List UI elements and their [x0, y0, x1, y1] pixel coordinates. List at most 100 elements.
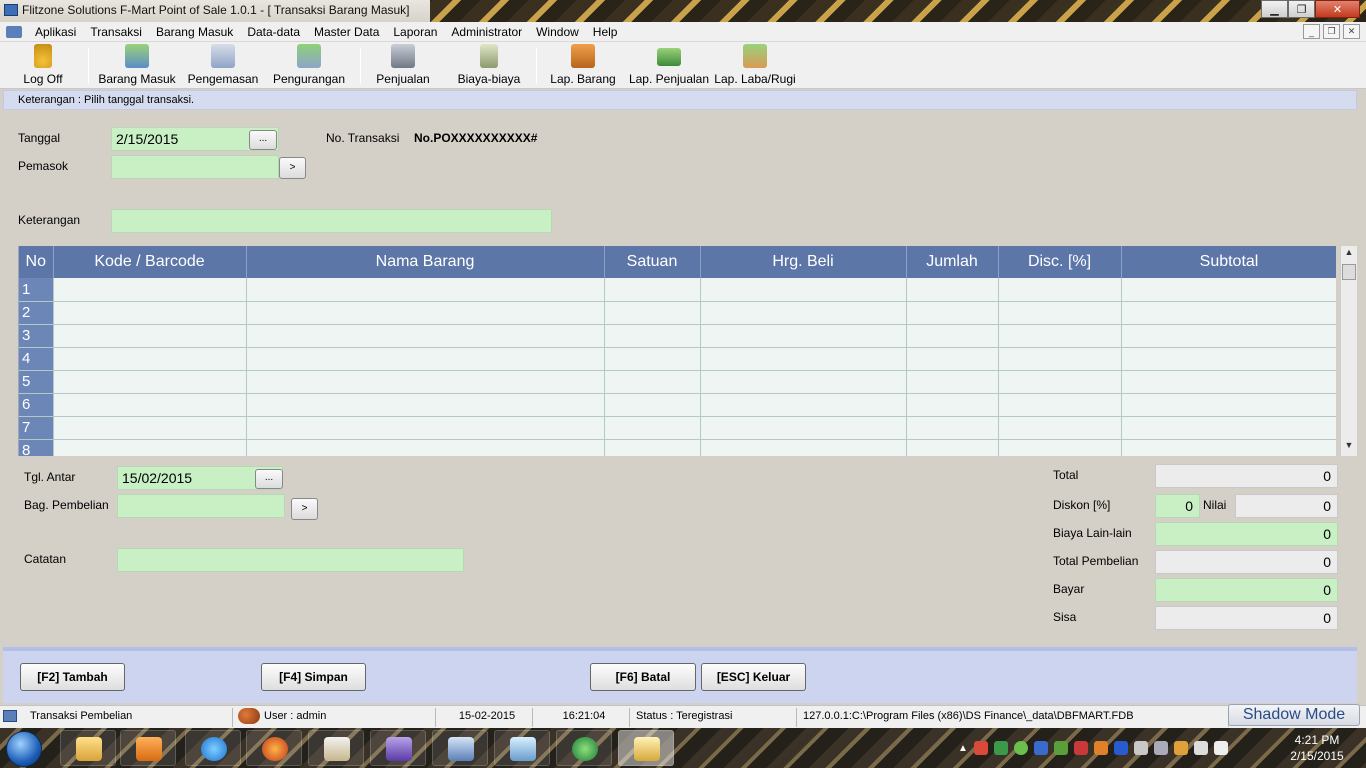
- col-satuan[interactable]: Satuan: [604, 246, 701, 278]
- scroll-up-icon[interactable]: ▲: [1341, 247, 1357, 262]
- tray-icon-10[interactable]: [1153, 741, 1168, 755]
- cell-disc[interactable]: [998, 301, 1122, 325]
- cell-nama[interactable]: [246, 416, 605, 440]
- cell-hrg-beli[interactable]: [700, 324, 907, 348]
- table-row[interactable]: 7: [19, 416, 1336, 440]
- tgl-antar-picker-button[interactable]: ...: [255, 469, 283, 489]
- pengurangan-button[interactable]: Pengurangan: [271, 44, 347, 88]
- table-row[interactable]: 6: [19, 393, 1336, 417]
- bayar-field[interactable]: 0: [1155, 578, 1338, 602]
- grid-vertical-scrollbar[interactable]: ▲ ▼: [1340, 246, 1357, 456]
- simpan-button[interactable]: [F4] Simpan: [261, 663, 366, 691]
- mdi-close-button[interactable]: ✕: [1343, 24, 1360, 39]
- cell-jumlah[interactable]: [906, 278, 999, 302]
- tray-icon-1[interactable]: [973, 741, 988, 755]
- cell-nama[interactable]: [246, 278, 605, 302]
- mdi-restore-button[interactable]: ❐: [1323, 24, 1340, 39]
- table-row[interactable]: 2: [19, 301, 1336, 325]
- menu-help[interactable]: Help: [586, 25, 625, 39]
- bluetooth-icon[interactable]: [1113, 741, 1128, 755]
- taskbar-explorer[interactable]: [60, 730, 116, 766]
- cell-hrg-beli[interactable]: [700, 278, 907, 302]
- penjualan-button[interactable]: Penjualan: [372, 44, 434, 88]
- cell-hrg-beli[interactable]: [700, 439, 907, 456]
- cell-jumlah[interactable]: [906, 393, 999, 417]
- diskon-field[interactable]: 0: [1155, 494, 1200, 518]
- menu-master-data[interactable]: Master Data: [307, 25, 386, 39]
- cell-satuan[interactable]: [604, 439, 701, 456]
- tray-icon-3[interactable]: [1013, 741, 1028, 755]
- cell-jumlah[interactable]: [906, 416, 999, 440]
- barang-masuk-button[interactable]: Barang Masuk: [97, 44, 177, 88]
- taskbar-firefox[interactable]: [246, 730, 302, 766]
- table-row[interactable]: 5: [19, 370, 1336, 394]
- cell-subtotal[interactable]: [1121, 301, 1336, 325]
- cell-hrg-beli[interactable]: [700, 416, 907, 440]
- menu-barang-masuk[interactable]: Barang Masuk: [149, 25, 240, 39]
- mdi-minimize-button[interactable]: _: [1303, 24, 1320, 39]
- col-hrg-beli[interactable]: Hrg. Beli: [700, 246, 907, 278]
- cell-satuan[interactable]: [604, 416, 701, 440]
- cell-subtotal[interactable]: [1121, 416, 1336, 440]
- items-grid[interactable]: No Kode / Barcode Nama Barang Satuan Hrg…: [18, 246, 1336, 456]
- cell-satuan[interactable]: [604, 347, 701, 371]
- cell-disc[interactable]: [998, 347, 1122, 371]
- cell-jumlah[interactable]: [906, 347, 999, 371]
- cell-subtotal[interactable]: [1121, 324, 1336, 348]
- batal-button[interactable]: [F6] Batal: [590, 663, 696, 691]
- col-kode-barcode[interactable]: Kode / Barcode: [53, 246, 247, 278]
- table-row[interactable]: 3: [19, 324, 1336, 348]
- volume-icon[interactable]: [1193, 741, 1208, 755]
- lap-penjualan-button[interactable]: Lap. Penjualan: [628, 44, 710, 88]
- cell-kode[interactable]: [53, 370, 247, 394]
- cell-subtotal[interactable]: [1121, 370, 1336, 394]
- cell-nama[interactable]: [246, 393, 605, 417]
- taskbar-app-b[interactable]: [432, 730, 488, 766]
- table-row[interactable]: 8: [19, 439, 1336, 456]
- logoff-button[interactable]: Log Off: [18, 44, 68, 88]
- lap-barang-button[interactable]: Lap. Barang: [549, 44, 617, 88]
- tanggal-picker-button[interactable]: ...: [249, 130, 277, 150]
- col-disc[interactable]: Disc. [%]: [998, 246, 1122, 278]
- cell-disc[interactable]: [998, 393, 1122, 417]
- table-row[interactable]: 4: [19, 347, 1336, 371]
- tray-icon-4[interactable]: [1033, 741, 1048, 755]
- cell-kode[interactable]: [53, 416, 247, 440]
- cell-disc[interactable]: [998, 439, 1122, 456]
- taskbar-editor[interactable]: [308, 730, 364, 766]
- biaya-button[interactable]: Biaya-biaya: [455, 44, 523, 88]
- tray-expand-icon[interactable]: ▲: [958, 743, 968, 754]
- col-subtotal[interactable]: Subtotal: [1121, 246, 1336, 278]
- cell-subtotal[interactable]: [1121, 393, 1336, 417]
- cell-kode[interactable]: [53, 278, 247, 302]
- cell-satuan[interactable]: [604, 393, 701, 417]
- bag-pembelian-field[interactable]: [117, 494, 285, 518]
- tray-icon-5[interactable]: [1053, 741, 1068, 755]
- cell-subtotal[interactable]: [1121, 347, 1336, 371]
- cell-disc[interactable]: [998, 278, 1122, 302]
- start-button-icon[interactable]: [6, 731, 42, 767]
- cell-disc[interactable]: [998, 324, 1122, 348]
- cell-hrg-beli[interactable]: [700, 370, 907, 394]
- keterangan-field[interactable]: [111, 209, 552, 233]
- cell-hrg-beli[interactable]: [700, 347, 907, 371]
- taskbar-app-d[interactable]: [556, 730, 612, 766]
- cell-satuan[interactable]: [604, 278, 701, 302]
- taskbar-fmart[interactable]: [618, 730, 674, 766]
- menu-window[interactable]: Window: [529, 25, 586, 39]
- pemasok-field[interactable]: [111, 155, 279, 179]
- cell-nama[interactable]: [246, 370, 605, 394]
- cell-satuan[interactable]: [604, 370, 701, 394]
- scrollbar-thumb[interactable]: [1342, 264, 1356, 280]
- cell-jumlah[interactable]: [906, 324, 999, 348]
- cell-disc[interactable]: [998, 370, 1122, 394]
- pengemasan-button[interactable]: Pengemasan: [186, 44, 260, 88]
- cell-disc[interactable]: [998, 416, 1122, 440]
- tray-icon-9[interactable]: [1133, 741, 1148, 755]
- scroll-down-icon[interactable]: ▼: [1341, 440, 1357, 455]
- menu-laporan[interactable]: Laporan: [386, 25, 444, 39]
- col-jumlah[interactable]: Jumlah: [906, 246, 999, 278]
- cell-nama[interactable]: [246, 324, 605, 348]
- cell-kode[interactable]: [53, 301, 247, 325]
- taskbar-media-player[interactable]: [120, 730, 176, 766]
